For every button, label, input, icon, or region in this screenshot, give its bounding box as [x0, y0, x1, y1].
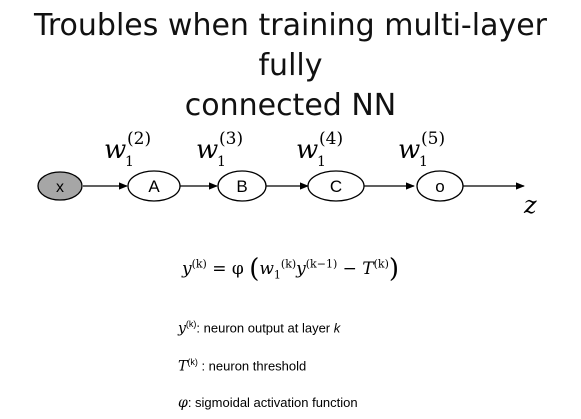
legend-y-symbol: y — [178, 320, 186, 337]
legend-T-text: : neuron threshold — [197, 358, 307, 374]
weight-sub: 1 — [125, 154, 134, 170]
network-diagram: x A B C o z w 1 (2) w 1 (3) w 1 (4) w 1 … — [37, 129, 537, 219]
legend-threshold: T(k) : neuron threshold — [178, 357, 306, 374]
formula-y: y — [181, 259, 192, 279]
node-b-label: B — [236, 177, 247, 196]
formula-y-prev: y — [296, 259, 306, 279]
weight-label-3: w 1 (3) — [196, 129, 243, 170]
weight-sub: 1 — [217, 154, 226, 170]
weight-label-2: w 1 (2) — [104, 129, 151, 170]
weight-w: w — [196, 135, 218, 165]
formula-open-paren: ( — [249, 254, 260, 284]
legend-activation: φ: sigmoidal activation function — [178, 395, 358, 411]
input-node-label: x — [56, 179, 64, 196]
legend-y-text: : neuron output at layer — [196, 320, 334, 336]
formula-close-paren: ) — [388, 254, 400, 284]
weight-sup: (2) — [127, 129, 151, 149]
weight-sub: 1 — [419, 154, 428, 170]
formula-equals-phi: = φ — [206, 259, 244, 279]
legend-T-sup: (k) — [187, 357, 198, 367]
weight-sub: 1 — [317, 154, 326, 170]
legend-output: y(k): neuron output at layer k — [178, 319, 340, 336]
weight-label-4: w 1 (4) — [296, 129, 343, 170]
weight-w: w — [398, 135, 420, 165]
legend-phi-text: : sigmoidal activation function — [187, 395, 358, 410]
legend-phi-symbol: φ — [178, 395, 188, 411]
legend-y-sup: (k) — [185, 319, 197, 329]
formula-minus: − — [337, 259, 363, 279]
formula-w: w — [259, 259, 274, 279]
node-c-label: C — [330, 177, 342, 196]
weight-w: w — [104, 135, 126, 165]
output-node-label: o — [435, 177, 444, 196]
weight-sup: (3) — [219, 129, 243, 149]
legend-T-symbol: T — [178, 358, 188, 375]
formula-T-sup: (k) — [373, 257, 389, 271]
formula-T: T — [362, 259, 374, 279]
weight-w: w — [296, 135, 318, 165]
weight-sup: (5) — [421, 129, 445, 149]
output-z-label: z — [523, 191, 537, 219]
weight-sup: (4) — [319, 129, 343, 149]
weight-label-5: w 1 (5) — [398, 129, 445, 170]
legend-y-k: k — [333, 320, 341, 336]
formula-y-prev-sup: (k−1) — [305, 257, 338, 271]
recurrence-formula: y(k) = φ (w1(k)y(k−1) − T(k)) — [0, 254, 581, 284]
formula-y-sup: (k) — [191, 257, 207, 271]
formula-w-sup: (k) — [280, 257, 297, 271]
node-a-label: A — [148, 177, 160, 196]
formula-w-sub: 1 — [273, 268, 281, 282]
